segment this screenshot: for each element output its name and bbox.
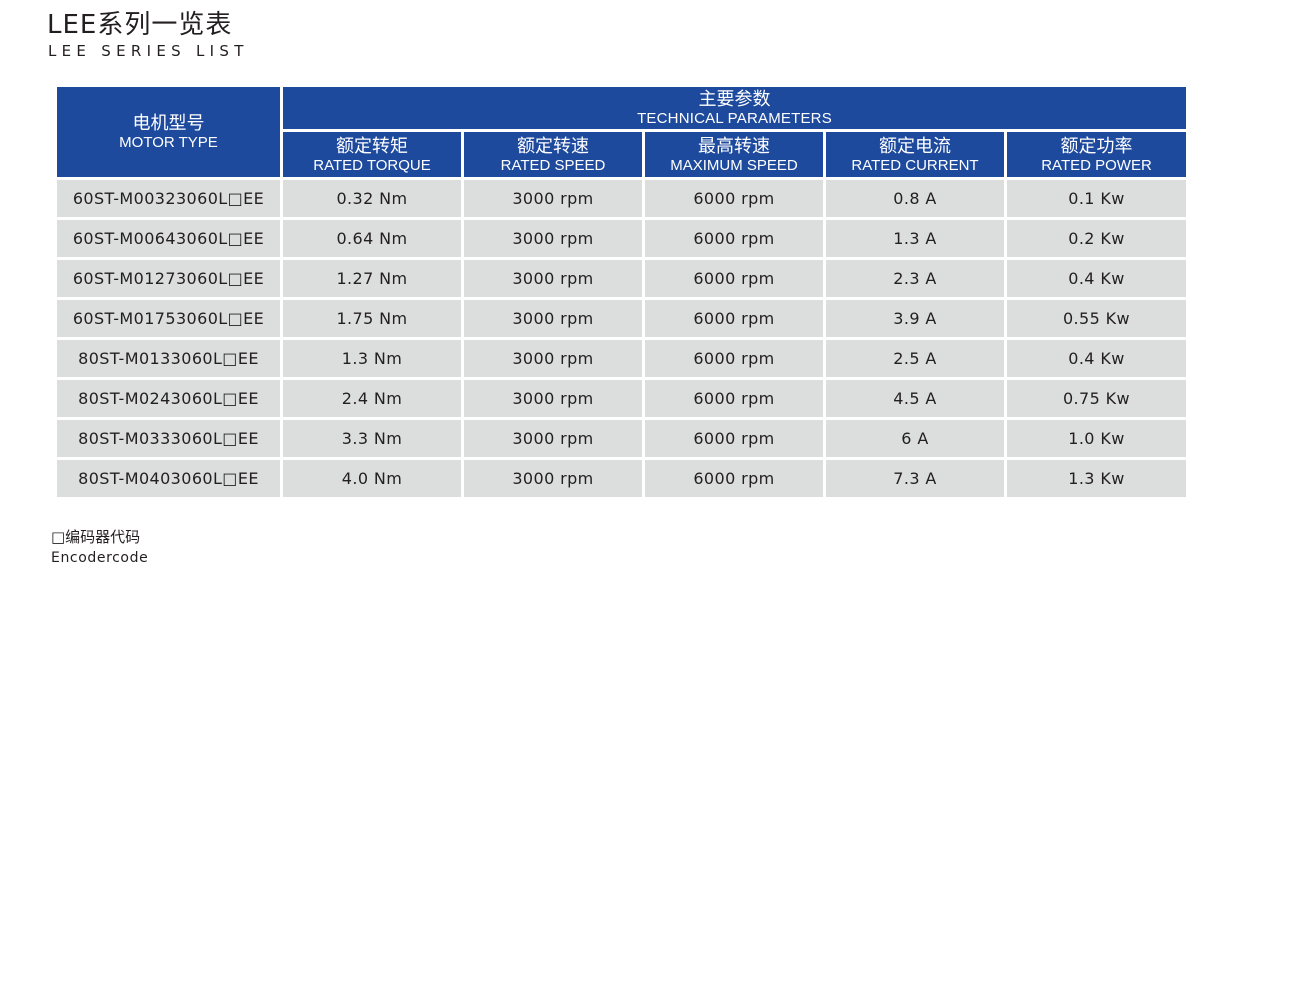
- maximum-speed-header-zh: 最高转速: [698, 135, 770, 157]
- rated-speed-cell: 3000 rpm: [464, 180, 642, 217]
- motor-type-header-en: MOTOR TYPE: [119, 134, 218, 151]
- maximum-speed-cell: 6000 rpm: [645, 220, 823, 257]
- encoder-note-en: Encodercode: [51, 550, 149, 566]
- encoder-note-zh: □编码器代码: [51, 528, 141, 546]
- rated-current-cell: 3.9 A: [826, 300, 1004, 337]
- rated-torque-cell: 1.75 Nm: [283, 300, 461, 337]
- motor-type-cell: 80ST-M0403060L□EE: [57, 460, 280, 497]
- rated-power-header-en: RATED POWER: [1041, 156, 1152, 174]
- table-row: 80ST-M0333060L□EE 3.3 Nm 3000 rpm 6000 rpm 6…: [57, 420, 1186, 457]
- rated-speed-cell: 3000 rpm: [464, 420, 642, 457]
- technical-parameters-header-en: TECHNICAL PARAMETERS: [637, 110, 832, 127]
- rated-power-header-zh: 额定功率: [1060, 135, 1133, 157]
- rated-speed-header-zh: 额定转速: [517, 135, 589, 157]
- technical-parameters-header: 主要参数 TECHNICAL PARAMETERS: [283, 87, 1186, 129]
- encoder-note: □编码器代码 Encodercode: [51, 527, 148, 567]
- table-row: 80ST-M0403060L□EE 4.0 Nm 3000 rpm 6000 rpm 7…: [57, 460, 1186, 497]
- maximum-speed-cell: 6000 rpm: [645, 300, 823, 337]
- rated-power-cell: 0.4 Kw: [1007, 260, 1186, 297]
- table-row: 60ST-M01753060L□EE 1.75 Nm 3000 rpm 6000 rp…: [57, 300, 1186, 337]
- rated-power-cell: 1.0 Kw: [1007, 420, 1186, 457]
- rated-current-cell: 0.8 A: [826, 180, 1004, 217]
- motor-type-cell: 60ST-M00643060L□EE: [57, 220, 280, 257]
- rated-speed-cell: 3000 rpm: [464, 380, 642, 417]
- table-row: 60ST-M00643060L□EE 0.64 Nm 3000 rpm 6000 rp…: [57, 220, 1186, 257]
- motor-type-cell: 80ST-M0133060L□EE: [57, 340, 280, 377]
- maximum-speed-cell: 6000 rpm: [645, 460, 823, 497]
- rated-torque-header-en: RATED TORQUE: [313, 156, 431, 174]
- rated-current-cell: 2.3 A: [826, 260, 1004, 297]
- rated-torque-cell: 0.32 Nm: [283, 180, 461, 217]
- maximum-speed-cell: 6000 rpm: [645, 420, 823, 457]
- rated-speed-header-en: RATED SPEED: [500, 156, 606, 174]
- rated-speed-cell: 3000 rpm: [464, 220, 642, 257]
- rated-power-cell: 0.75 Kw: [1007, 380, 1186, 417]
- maximum-speed-cell: 6000 rpm: [645, 340, 823, 377]
- technical-parameters-header-zh: 主要参数: [698, 89, 771, 110]
- maximum-speed-cell: 6000 rpm: [645, 380, 823, 417]
- rated-power-cell: 0.55 Kw: [1007, 300, 1186, 337]
- rated-power-cell: 1.3 Kw: [1007, 460, 1186, 497]
- rated-current-cell: 6 A: [826, 420, 1004, 457]
- motor-type-cell: 60ST-M00323060L□EE: [57, 180, 280, 217]
- motor-type-header-zh: 电机型号: [132, 113, 205, 134]
- rated-speed-cell: 3000 rpm: [464, 300, 642, 337]
- rated-speed-cell: 3000 rpm: [464, 460, 642, 497]
- page-subtitle: LEE SERIES LIST: [48, 42, 249, 60]
- motor-type-cell: 80ST-M0333060L□EE: [57, 420, 280, 457]
- rated-torque-header: 额定转矩 RATED TORQUE: [283, 132, 461, 177]
- rated-power-header: 额定功率 RATED POWER: [1007, 132, 1186, 177]
- rated-torque-cell: 2.4 Nm: [283, 380, 461, 417]
- table-row: 80ST-M0243060L□EE 2.4 Nm 3000 rpm 6000 rpm 4…: [57, 380, 1186, 417]
- rated-current-cell: 4.5 A: [826, 380, 1004, 417]
- maximum-speed-header: 最高转速 MAXIMUM SPEED: [645, 132, 823, 177]
- rated-current-cell: 2.5 A: [826, 340, 1004, 377]
- table-body: 60ST-M00323060L□EE 0.32 Nm 3000 rpm 6000 rp…: [57, 180, 1186, 497]
- maximum-speed-cell: 6000 rpm: [645, 180, 823, 217]
- rated-torque-header-zh: 额定转矩: [336, 135, 408, 157]
- table-row: 80ST-M0133060L□EE 1.3 Nm 3000 rpm 6000 rpm 2…: [57, 340, 1186, 377]
- maximum-speed-header-en: MAXIMUM SPEED: [670, 156, 798, 174]
- motor-type-cell: 60ST-M01753060L□EE: [57, 300, 280, 337]
- motor-type-cell: 60ST-M01273060L□EE: [57, 260, 280, 297]
- rated-power-cell: 0.4 Kw: [1007, 340, 1186, 377]
- rated-current-header-en: RATED CURRENT: [851, 156, 979, 174]
- rated-torque-cell: 1.3 Nm: [283, 340, 461, 377]
- table-row: 60ST-M00323060L□EE 0.32 Nm 3000 rpm 6000 rp…: [57, 180, 1186, 217]
- rated-current-cell: 1.3 A: [826, 220, 1004, 257]
- rated-current-cell: 7.3 A: [826, 460, 1004, 497]
- maximum-speed-cell: 6000 rpm: [645, 260, 823, 297]
- rated-current-header-zh: 额定电流: [879, 135, 951, 157]
- rated-torque-cell: 1.27 Nm: [283, 260, 461, 297]
- rated-speed-cell: 3000 rpm: [464, 340, 642, 377]
- motor-type-header: 电机型号 MOTOR TYPE: [57, 87, 280, 177]
- rated-power-cell: 0.1 Kw: [1007, 180, 1186, 217]
- rated-speed-header: 额定转速 RATED SPEED: [464, 132, 642, 177]
- table-row: 60ST-M01273060L□EE 1.27 Nm 3000 rpm 6000 rp…: [57, 260, 1186, 297]
- motor-type-cell: 80ST-M0243060L□EE: [57, 380, 280, 417]
- rated-current-header: 额定电流 RATED CURRENT: [826, 132, 1004, 177]
- rated-torque-cell: 3.3 Nm: [283, 420, 461, 457]
- rated-power-cell: 0.2 Kw: [1007, 220, 1186, 257]
- lee-series-table: 电机型号 MOTOR TYPE 主要参数 TECHNICAL PARAMETER…: [54, 84, 1189, 500]
- page-title: LEE系列一览表: [47, 10, 233, 40]
- rated-speed-cell: 3000 rpm: [464, 260, 642, 297]
- rated-torque-cell: 4.0 Nm: [283, 460, 461, 497]
- rated-torque-cell: 0.64 Nm: [283, 220, 461, 257]
